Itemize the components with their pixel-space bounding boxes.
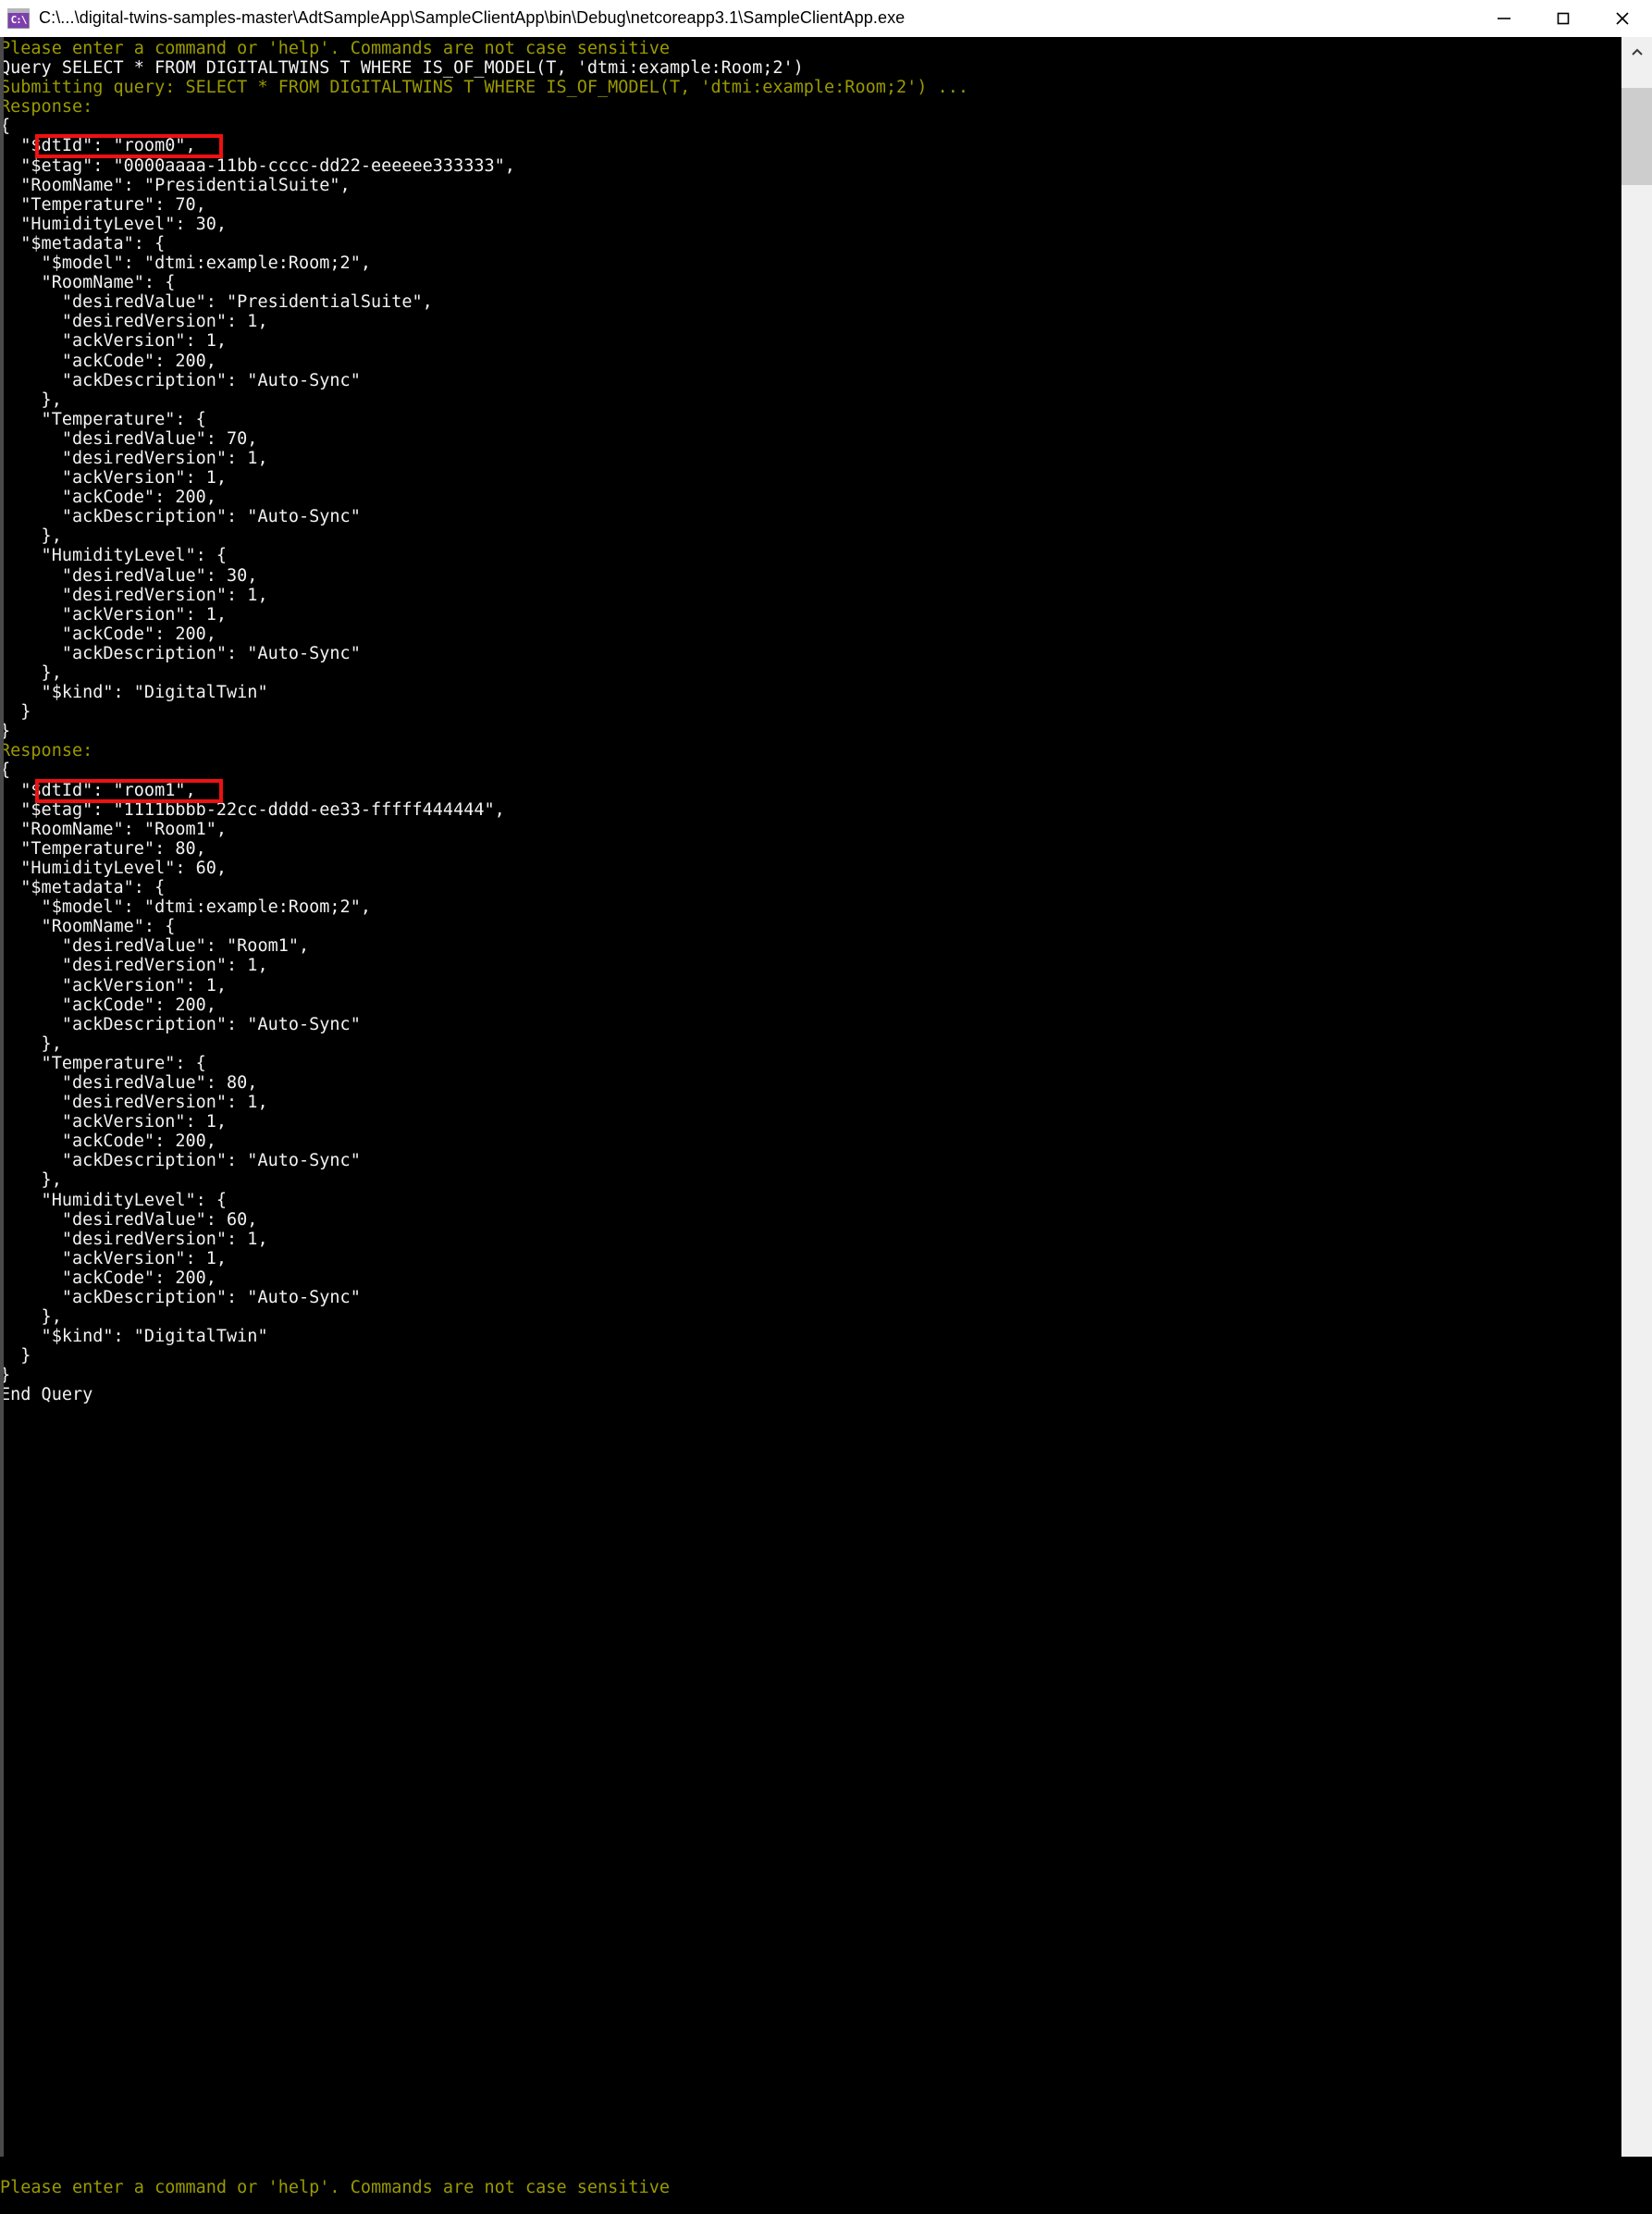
console-line: "desiredValue": 80,	[0, 1072, 258, 1093]
console-line: "$kind": "DigitalTwin"	[0, 1327, 268, 1347]
console-line: "desiredVersion": 1,	[0, 448, 268, 468]
console-line: "RoomName": {	[0, 917, 176, 937]
console-area: Please enter a command or 'help'. Comman…	[0, 37, 1652, 2214]
console-line: "ackDescription": "Auto-Sync"	[0, 1288, 361, 1307]
console-line: }	[0, 1366, 11, 1386]
console-line: "desiredValue": 60,	[0, 1209, 258, 1230]
console-line: "$dtId": "room0",	[0, 134, 1621, 159]
console-line: "desiredValue": 30,	[0, 565, 258, 586]
console-line: "ackVersion": 1,	[0, 1248, 228, 1268]
highlight-box	[35, 778, 224, 803]
console-line: "desiredVersion": 1,	[0, 1093, 268, 1113]
console-line: "RoomName": "Room1",	[0, 819, 228, 839]
console-line: "Temperature": {	[0, 1053, 206, 1073]
console-line: "$metadata": {	[0, 233, 166, 254]
console-line: {	[0, 761, 11, 781]
console-line: },	[0, 663, 62, 683]
console-line: "desiredValue": "PresidentialSuite",	[0, 292, 433, 313]
console-line: "ackVersion": 1,	[0, 1112, 228, 1132]
console-line-list: Please enter a command or 'help'. Comman…	[0, 37, 1621, 1405]
console-line: "ackVersion": 1,	[0, 468, 228, 489]
vertical-scrollbar[interactable]	[1621, 37, 1652, 2214]
console-line: "ackDescription": "Auto-Sync"	[0, 370, 361, 390]
minimize-button[interactable]	[1474, 0, 1534, 36]
console-line: }	[0, 1346, 31, 1367]
console-line: Submitting query: SELECT * FROM DIGITALT…	[0, 78, 968, 98]
title-bar: C:\ C:\...\digital-twins-samples-master\…	[0, 0, 1652, 37]
console-line: "HumidityLevel": 60,	[0, 858, 228, 878]
console-line: "ackCode": 200,	[0, 1268, 216, 1288]
console-line: Response:	[0, 97, 93, 118]
console-line: "HumidityLevel": {	[0, 546, 228, 566]
console-line: "ackCode": 200,	[0, 1132, 216, 1152]
console-line: Query SELECT * FROM DIGITALTWINS T WHERE…	[0, 58, 804, 79]
console-output[interactable]: Please enter a command or 'help'. Comman…	[0, 37, 1621, 2214]
console-line: "$kind": "DigitalTwin"	[0, 683, 268, 703]
console-bottom-strip: Please enter a command or 'help'. Comman…	[0, 2157, 1652, 2214]
console-line: Please enter a command or 'help'. Comman…	[0, 39, 670, 58]
console-line: "ackCode": 200,	[0, 624, 216, 644]
console-line: },	[0, 526, 62, 547]
minimize-icon	[1494, 8, 1514, 29]
console-line: "desiredVersion": 1,	[0, 956, 268, 976]
console-line: "ackDescription": "Auto-Sync"	[0, 507, 361, 527]
console-line: "ackDescription": "Auto-Sync"	[0, 643, 361, 663]
console-line: "HumidityLevel": 30,	[0, 214, 228, 234]
console-line: {	[0, 117, 11, 137]
window-controls	[1474, 0, 1652, 36]
console-line: }	[0, 722, 11, 742]
console-line: "ackDescription": "Auto-Sync"	[0, 1151, 361, 1171]
console-line: },	[0, 1307, 62, 1328]
console-line: "desiredValue": "Room1",	[0, 936, 310, 957]
console-line: "HumidityLevel": {	[0, 1190, 228, 1210]
maximize-icon	[1553, 8, 1573, 29]
highlight-box	[35, 134, 224, 159]
console-line: "desiredVersion": 1,	[0, 1229, 268, 1249]
console-app-icon: C:\	[7, 7, 30, 29]
window-title: C:\...\digital-twins-samples-master\AdtS…	[39, 8, 906, 27]
scrollbar-track[interactable]	[1621, 68, 1652, 2214]
console-line: },	[0, 390, 62, 410]
console-line: },	[0, 1033, 62, 1054]
scrollbar-thumb[interactable]	[1621, 88, 1652, 185]
console-line: "ackCode": 200,	[0, 351, 216, 371]
console-line: "$etag": "0000aaaa-11bb-cccc-dd22-eeeeee…	[0, 155, 515, 176]
maximize-button[interactable]	[1534, 0, 1593, 36]
console-line: "desiredVersion": 1,	[0, 312, 268, 332]
console-line: "desiredVersion": 1,	[0, 585, 268, 605]
console-line: }	[0, 702, 31, 723]
console-line: "$etag": "1111bbbb-22cc-dddd-ee33-fffff4…	[0, 799, 505, 820]
console-line: "ackCode": 200,	[0, 488, 216, 508]
app-icon-glyph: C:\	[10, 13, 28, 26]
close-button[interactable]	[1593, 0, 1652, 36]
console-line: "$model": "dtmi:example:Room;2",	[0, 254, 371, 274]
console-line: "ackCode": 200,	[0, 995, 216, 1015]
console-line: "ackVersion": 1,	[0, 604, 228, 625]
console-line: "ackVersion": 1,	[0, 975, 228, 996]
console-line: "desiredValue": 70,	[0, 428, 258, 449]
console-line: "Temperature": 70,	[0, 194, 206, 215]
console-line: "$model": "dtmi:example:Room;2",	[0, 897, 371, 918]
scroll-up-button[interactable]	[1621, 37, 1652, 68]
chevron-up-icon	[1629, 44, 1646, 61]
console-line: },	[0, 1170, 62, 1191]
console-line: "RoomName": {	[0, 273, 176, 293]
console-line: "Temperature": {	[0, 409, 206, 429]
console-line: "Temperature": 80,	[0, 838, 206, 859]
console-line: Response:	[0, 741, 93, 761]
console-line: "ackDescription": "Auto-Sync"	[0, 1014, 361, 1034]
console-window: C:\ C:\...\digital-twins-samples-master\…	[0, 0, 1652, 2214]
console-line: "ackVersion": 1,	[0, 331, 228, 352]
console-line: Please enter a command or 'help'. Comman…	[0, 2178, 670, 2198]
console-bottom-line-list: Please enter a command or 'help'. Comman…	[0, 2157, 1652, 2197]
console-line: "RoomName": "PresidentialSuite",	[0, 175, 351, 195]
close-icon	[1612, 8, 1633, 29]
console-line: "$dtId": "room1",	[0, 778, 1621, 803]
console-line: "$metadata": {	[0, 878, 166, 898]
console-line: End Query	[0, 1385, 93, 1405]
